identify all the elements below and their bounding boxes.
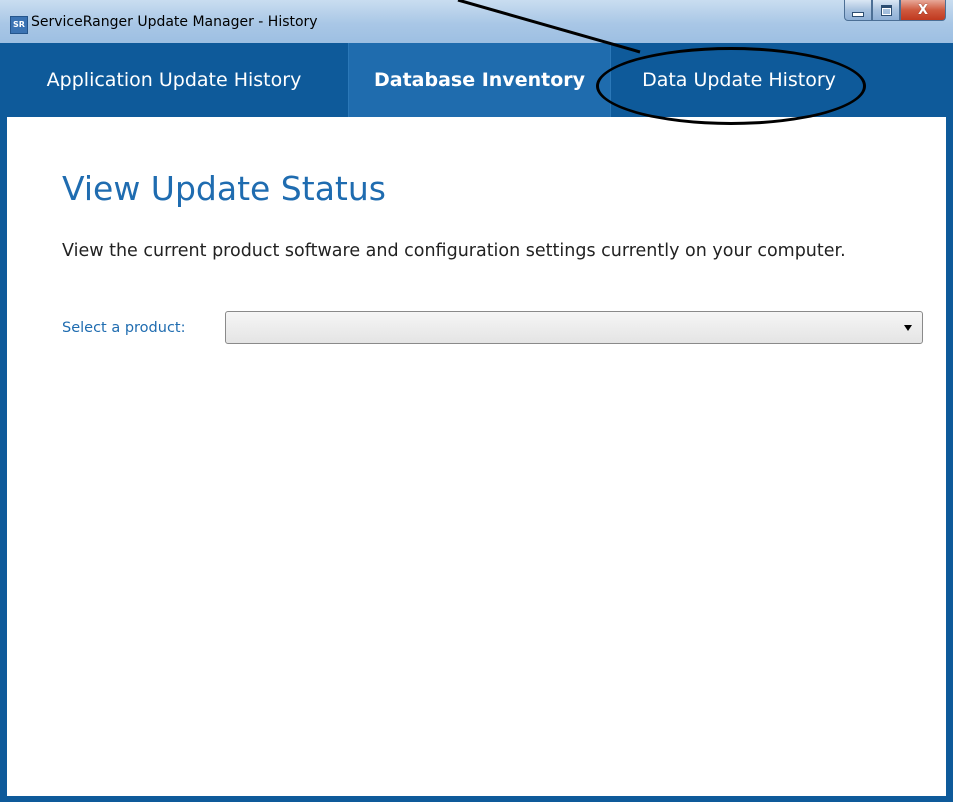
tab-database-inventory[interactable]: Database Inventory [348,43,611,117]
tab-bar: Application Update History Database Inve… [0,43,953,117]
close-icon: X [917,2,929,18]
page-description: View the current product software and co… [62,241,846,261]
close-button[interactable]: X [900,0,946,21]
product-select-dropdown[interactable] [225,311,923,344]
page-title: View Update Status [62,169,386,208]
tab-data-update-history[interactable]: Data Update History [611,43,867,117]
product-select-row: Select a product: [62,311,930,345]
minimize-icon [852,11,864,17]
dropdown-arrow-icon [904,325,912,331]
window-title: ServiceRanger Update Manager - History [31,14,318,30]
maximize-button[interactable] [872,0,900,21]
maximize-icon [880,4,892,16]
title-bar[interactable]: SR ServiceRanger Update Manager - Histor… [0,0,953,44]
app-icon: SR [10,16,28,34]
tab-application-update-history[interactable]: Application Update History [0,43,348,117]
window-controls: X [844,0,946,22]
app-window: SR ServiceRanger Update Manager - Histor… [0,0,953,802]
product-select-label: Select a product: [62,320,186,336]
minimize-button[interactable] [844,0,872,21]
